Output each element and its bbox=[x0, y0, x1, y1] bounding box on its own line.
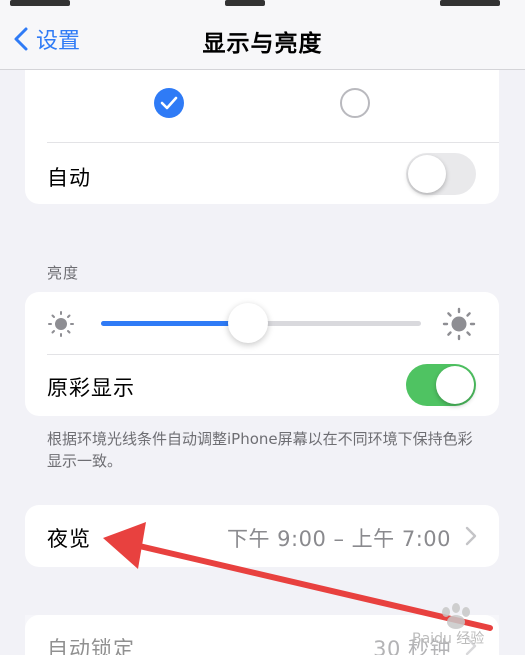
divider bbox=[47, 354, 499, 355]
night-shift-schedule: 下午 9:00 – 上午 7:00 bbox=[226, 527, 451, 551]
brightness-slider-thumb[interactable] bbox=[228, 303, 268, 343]
sun-small-icon bbox=[48, 311, 74, 337]
brightness-slider-fill bbox=[101, 321, 248, 326]
status-bar-fragment bbox=[225, 0, 265, 6]
divider bbox=[47, 142, 499, 143]
night-shift-label: 夜览 bbox=[47, 527, 91, 551]
auto-appearance-toggle[interactable] bbox=[406, 153, 476, 195]
status-bar-fragment bbox=[440, 0, 500, 6]
brightness-card: 原彩显示 bbox=[25, 292, 499, 416]
auto-appearance-label: 自动 bbox=[47, 166, 91, 190]
sun-large-icon bbox=[442, 307, 476, 341]
auto-lock-label: 自动锁定 bbox=[47, 637, 135, 655]
chevron-right-icon bbox=[465, 526, 477, 546]
brightness-section-header: 亮度 bbox=[47, 264, 80, 282]
true-tone-footnote: 根据环境光线条件自动调整iPhone屏幕以在不同环境下保持色彩显示一致。 bbox=[47, 430, 473, 470]
true-tone-label: 原彩显示 bbox=[47, 376, 135, 400]
navigation-bar: 设置 显示与亮度 bbox=[0, 0, 525, 70]
true-tone-toggle[interactable] bbox=[406, 364, 476, 406]
chevron-right-icon bbox=[465, 636, 477, 655]
auto-lock-row[interactable]: 自动锁定 30 秒钟 bbox=[25, 615, 499, 655]
toggle-knob bbox=[408, 155, 446, 193]
checkmark-icon bbox=[160, 96, 178, 110]
appearance-light-radio[interactable] bbox=[154, 88, 184, 118]
night-shift-row[interactable]: 夜览 下午 9:00 – 上午 7:00 bbox=[25, 505, 499, 567]
appearance-dark-radio[interactable] bbox=[340, 88, 370, 118]
toggle-knob bbox=[436, 366, 474, 404]
auto-lock-value: 30 秒钟 bbox=[373, 637, 451, 655]
status-bar-fragment bbox=[10, 0, 70, 6]
page-title: 显示与亮度 bbox=[202, 31, 323, 57]
appearance-card: 自动 bbox=[25, 70, 499, 204]
